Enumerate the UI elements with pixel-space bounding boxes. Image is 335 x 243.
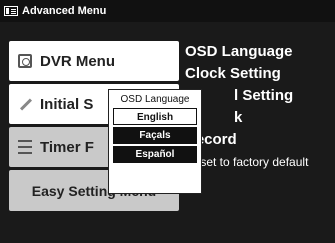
osd-language-popup: OSD Language English Façals Español	[108, 89, 202, 194]
left-menu-item-label: Timer F	[40, 138, 94, 156]
popup-option-espanol[interactable]: Español	[113, 146, 197, 163]
right-menu-item-record[interactable]: Record	[182, 128, 335, 150]
wrench-icon	[18, 97, 32, 111]
menu-icon	[4, 6, 18, 16]
right-menu-item-reset[interactable]: Reset to factory default	[182, 150, 335, 174]
title-bar: Advanced Menu	[0, 0, 335, 22]
popup-option-english[interactable]: English	[113, 108, 197, 125]
timer-list-icon	[18, 140, 32, 154]
menu-screen: DVR Menu Initial S Timer F Easy Setting …	[0, 22, 335, 243]
left-menu-item-label: DVR Menu	[40, 52, 115, 70]
window-title: Advanced Menu	[22, 5, 107, 17]
popup-title: OSD Language	[120, 94, 190, 105]
right-menu: OSD Language Clock Setting l Setting k R…	[182, 40, 335, 174]
popup-option-francais[interactable]: Façals	[113, 127, 197, 144]
right-menu-item-clock-setting[interactable]: Clock Setting	[182, 62, 335, 84]
right-menu-item-setting[interactable]: l Setting	[182, 84, 335, 106]
dvr-icon	[18, 54, 32, 68]
left-menu-item-dvr[interactable]: DVR Menu	[9, 41, 179, 81]
right-menu-item-osd-language[interactable]: OSD Language	[182, 40, 335, 62]
right-menu-item-lock[interactable]: k	[182, 106, 335, 128]
left-menu-item-label: Initial S	[40, 95, 94, 113]
